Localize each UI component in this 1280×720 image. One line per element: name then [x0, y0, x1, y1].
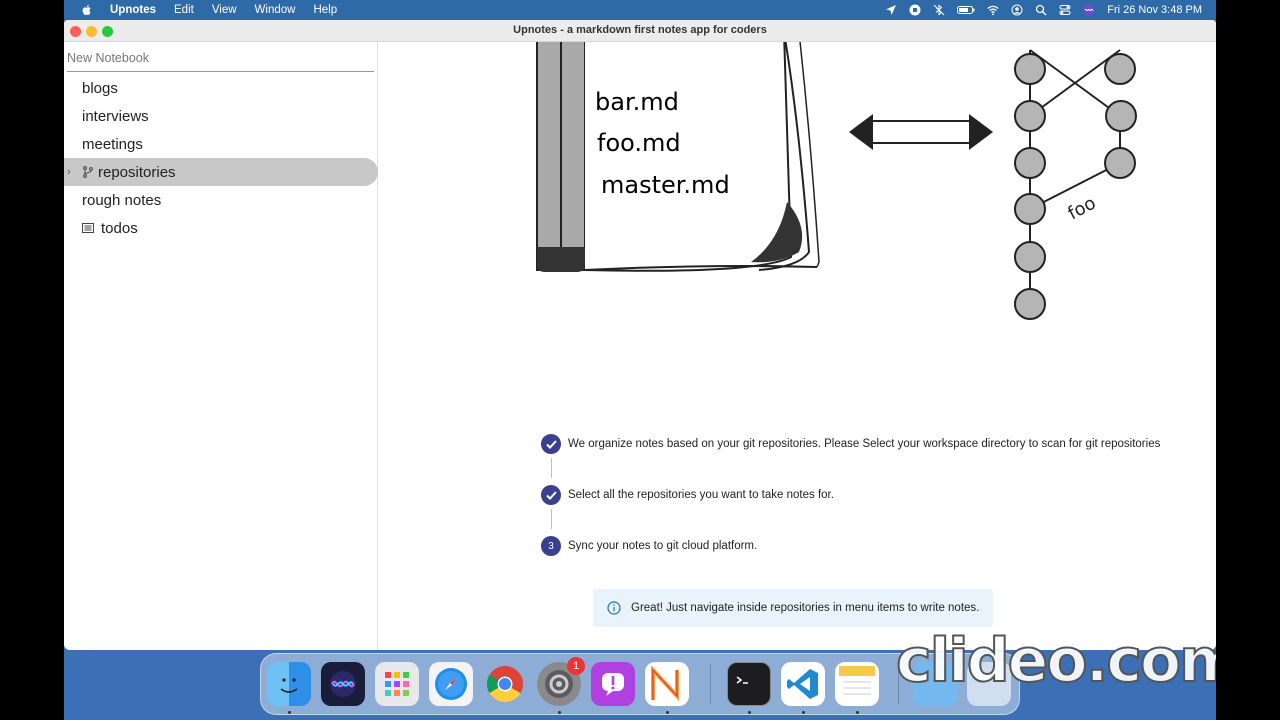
desktop: Upnotes Edit View Window Help Fri 26 Nov… [64, 0, 1216, 720]
menu-help[interactable]: Help [313, 4, 337, 16]
list-icon [82, 223, 94, 233]
sidebar-item-todos[interactable]: todos [64, 214, 378, 242]
system-preferences-icon[interactable]: 1 [537, 657, 585, 706]
sidebar-item-label: blogs [82, 79, 118, 97]
step-2: Select all the repositories you want to … [541, 485, 834, 505]
running-indicator [856, 711, 859, 714]
step-text: We organize notes based on your git repo… [568, 438, 1161, 450]
bluetooth-off-icon[interactable] [933, 4, 945, 16]
user-icon[interactable] [1011, 4, 1023, 16]
terminal-icon[interactable] [727, 662, 771, 706]
step-text: Sync your notes to git cloud platform. [568, 540, 758, 552]
check-icon [541, 485, 561, 505]
new-notebook-input[interactable]: New Notebook [67, 50, 374, 72]
main-content: bar.md foo.md master.md foo We organize … [379, 42, 1216, 650]
vscode-icon[interactable] [781, 662, 825, 706]
running-indicator [748, 711, 751, 714]
git-branch-icon [83, 166, 93, 178]
dock-divider [710, 664, 711, 704]
siri-menu-icon[interactable] [1083, 4, 1095, 16]
menu-extras: Fri 26 Nov 3:48 PM [885, 0, 1202, 20]
launchpad-icon[interactable] [375, 662, 419, 706]
siri-icon[interactable] [321, 662, 365, 706]
sidebar-item-rough-notes[interactable]: rough notes [64, 186, 378, 214]
chrome-icon[interactable] [483, 662, 527, 706]
menu-clock[interactable]: Fri 26 Nov 3:48 PM [1107, 4, 1202, 16]
chevron-right-icon[interactable]: › [67, 166, 71, 178]
finder-icon[interactable] [267, 662, 311, 706]
info-icon [607, 601, 621, 615]
info-banner-text: Great! Just navigate inside repositories… [631, 602, 980, 614]
step-3: 3 Sync your notes to git cloud platform. [541, 536, 757, 556]
sidebar-item-label: todos [101, 219, 138, 237]
menu-view[interactable]: View [212, 4, 237, 16]
notification-badge: 1 [567, 657, 585, 675]
spotlight-icon[interactable] [1035, 4, 1047, 16]
apple-icon[interactable] [82, 4, 92, 16]
wifi-icon[interactable] [987, 4, 999, 16]
sidebar-item-meetings[interactable]: meetings [64, 130, 378, 158]
sidebar-item-blogs[interactable]: blogs [64, 74, 378, 102]
notebook-illustration: bar.md foo.md master.md [536, 42, 820, 272]
step-number-badge: 3 [541, 536, 561, 556]
check-icon [541, 434, 561, 454]
menu-edit[interactable]: Edit [174, 4, 194, 16]
branch-label: foo [1064, 193, 1099, 225]
menu-app-name[interactable]: Upnotes [110, 4, 156, 16]
battery-icon[interactable] [957, 4, 975, 16]
running-indicator [802, 711, 805, 714]
clideo-watermark: clideo.com [895, 625, 1216, 697]
sidebar-item-label: repositories [98, 163, 176, 181]
step-1: We organize notes based on your git repo… [541, 434, 1160, 454]
menu-bar: Upnotes Edit View Window Help Fri 26 Nov… [64, 0, 1216, 20]
running-indicator [288, 711, 291, 714]
sidebar-item-label: rough notes [82, 191, 162, 209]
notebook-git-illustration: bar.md foo.md master.md foo [536, 42, 1137, 320]
step-text: Select all the repositories you want to … [568, 489, 834, 501]
safari-icon[interactable] [429, 662, 473, 706]
file-label: foo.md [597, 129, 681, 157]
sidebar-item-repositories[interactable]: › repositories [64, 158, 378, 186]
git-graph-illustration [1014, 49, 1137, 320]
notes-app-icon[interactable] [645, 662, 689, 706]
sidebar: New Notebook blogs interviews meetings ›… [64, 42, 378, 650]
file-label: bar.md [595, 88, 679, 116]
location-icon[interactable] [885, 4, 897, 16]
feedback-icon[interactable] [591, 662, 635, 706]
notes-icon[interactable] [835, 662, 879, 706]
sidebar-item-interviews[interactable]: interviews [64, 102, 378, 130]
double-arrow-icon [849, 114, 993, 150]
file-label: master.md [601, 171, 730, 199]
app-window: Upnotes - a markdown first notes app for… [64, 20, 1216, 650]
running-indicator [666, 711, 669, 714]
step-connector [551, 458, 552, 478]
info-banner: Great! Just navigate inside repositories… [593, 589, 993, 627]
control-center-icon[interactable] [1059, 4, 1071, 16]
running-indicator [558, 711, 561, 714]
sidebar-item-label: meetings [82, 135, 143, 153]
step-connector [551, 509, 552, 529]
menu-window[interactable]: Window [255, 4, 296, 16]
title-bar: Upnotes - a markdown first notes app for… [64, 20, 1216, 42]
sidebar-item-label: interviews [82, 107, 149, 125]
record-icon[interactable] [909, 4, 921, 16]
window-title: Upnotes - a markdown first notes app for… [513, 24, 767, 36]
